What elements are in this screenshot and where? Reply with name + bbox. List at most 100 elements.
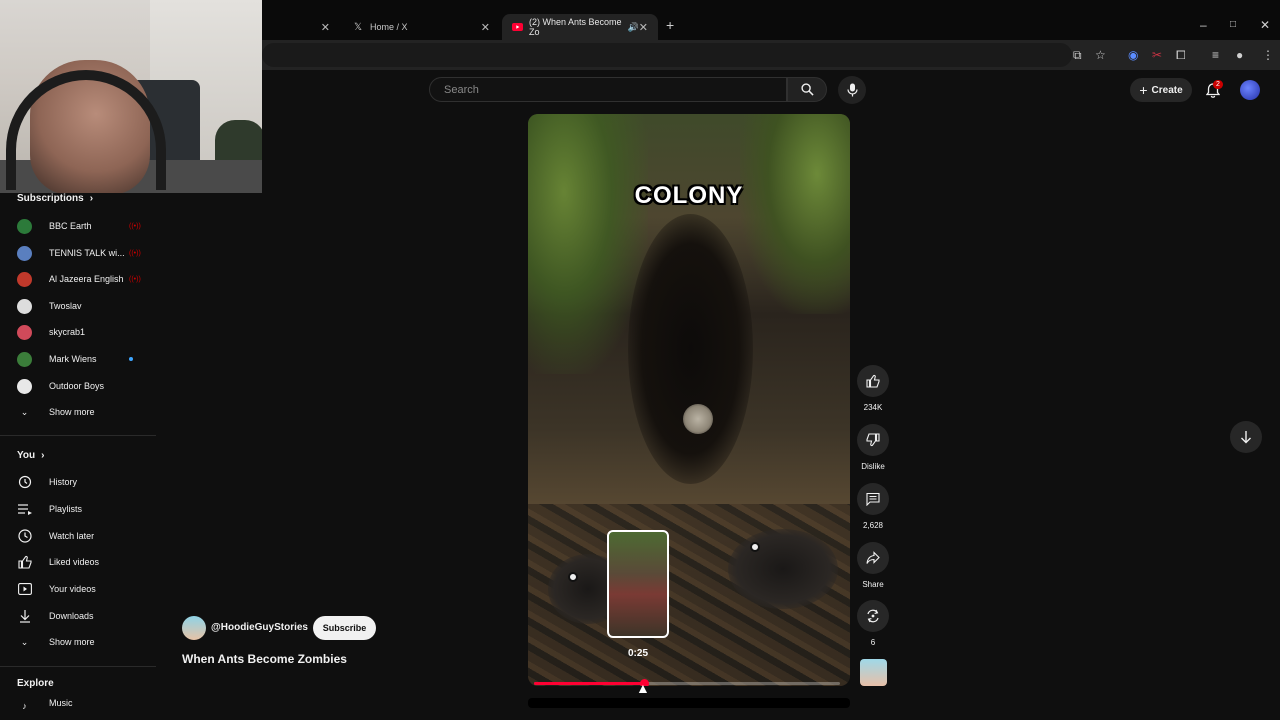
channel-avatar[interactable] bbox=[182, 616, 206, 640]
divider bbox=[0, 435, 156, 436]
share-circle bbox=[857, 542, 889, 574]
comment-count: 2,628 bbox=[862, 521, 884, 530]
explore-title: Explore bbox=[17, 678, 54, 689]
sidebar-channel-outdoor-boys[interactable]: Outdoor Boys bbox=[17, 376, 147, 396]
maximize-icon[interactable]: □ bbox=[1230, 19, 1236, 30]
you-heading[interactable]: You › bbox=[17, 450, 45, 461]
sidebar-channel-twoslav[interactable]: Twoslav bbox=[17, 296, 147, 316]
channel-handle[interactable]: @HoodieGuyStories bbox=[211, 622, 308, 633]
close-tab-icon[interactable]: ✕ bbox=[321, 21, 330, 34]
channel-avatar bbox=[17, 351, 32, 367]
video-ant bbox=[728, 529, 838, 609]
account-avatar[interactable] bbox=[1240, 80, 1260, 100]
subscribe-button[interactable]: Subscribe bbox=[313, 616, 376, 640]
browser-tab-x[interactable]: 𝕏 Home / X ✕ bbox=[342, 14, 500, 40]
channel-name: Mark Wiens bbox=[49, 354, 97, 364]
sidebar-item-downloads[interactable]: Downloads bbox=[17, 606, 147, 626]
search-icon bbox=[800, 83, 814, 96]
profile-icon[interactable]: ● bbox=[1236, 48, 1243, 62]
voice-search-button[interactable] bbox=[838, 76, 866, 104]
close-tab-icon[interactable]: ✕ bbox=[639, 21, 648, 34]
sidebar-item-label: Watch later bbox=[49, 531, 95, 541]
sidebar-item-label: Liked videos bbox=[49, 557, 100, 567]
show-more-you[interactable]: ⌄ Show more bbox=[17, 632, 147, 652]
search-button[interactable] bbox=[787, 77, 827, 102]
sidebar-item-watch-later[interactable]: Watch later bbox=[17, 526, 147, 546]
address-bar[interactable] bbox=[262, 43, 1072, 67]
comment-icon bbox=[866, 492, 880, 506]
plus-icon: + bbox=[1139, 82, 1148, 98]
install-app-icon[interactable]: ⧉ bbox=[1073, 48, 1082, 63]
dislike-label: Dislike bbox=[861, 462, 885, 471]
sidebar-item-music[interactable]: ♪ Music bbox=[17, 698, 147, 712]
next-short-button[interactable] bbox=[1230, 421, 1262, 453]
comments-button[interactable]: 2,628 bbox=[857, 483, 889, 530]
channel-name: Al Jazeera English bbox=[49, 274, 124, 284]
dislike-circle bbox=[857, 424, 889, 456]
sidebar-channel-tennis-talk[interactable]: TENNIS TALK wi... ((•)) bbox=[17, 243, 147, 263]
bookmark-star-icon[interactable]: ☆ bbox=[1095, 48, 1106, 62]
video-ant-eye bbox=[568, 572, 578, 582]
remix-icon bbox=[867, 609, 879, 623]
channel-avatar bbox=[17, 378, 32, 394]
extension-icon[interactable]: ◉ bbox=[1128, 48, 1138, 62]
sidebar-item-label: Your videos bbox=[49, 584, 96, 594]
x-logo-icon: 𝕏 bbox=[353, 21, 363, 33]
sidebar-item-your-videos[interactable]: Your videos bbox=[17, 579, 147, 599]
shorts-video-player[interactable]: COLONY 0:25 bbox=[528, 114, 850, 686]
sidebar-channel-mark-wiens[interactable]: Mark Wiens bbox=[17, 349, 147, 369]
share-label: Share bbox=[862, 580, 884, 589]
subscriptions-heading[interactable]: Subscriptions › bbox=[17, 193, 93, 204]
channel-avatar bbox=[17, 271, 32, 287]
extensions-puzzle-icon[interactable]: ⧠ bbox=[1176, 48, 1186, 63]
sidebar-item-history[interactable]: History bbox=[17, 472, 147, 492]
video-ant-eye bbox=[750, 542, 760, 552]
sidebar-channel-bbc-earth[interactable]: BBC Earth ((•)) bbox=[17, 216, 147, 236]
search-input[interactable]: Search bbox=[429, 77, 787, 102]
media-control-icon[interactable]: ≡ bbox=[1212, 48, 1219, 62]
tab-label: Home / X bbox=[370, 22, 408, 32]
close-tab-icon[interactable]: ✕ bbox=[481, 21, 490, 34]
channel-avatar bbox=[17, 324, 32, 340]
like-button[interactable]: 234K bbox=[857, 365, 889, 412]
show-more-subscriptions[interactable]: ⌄ Show more bbox=[17, 402, 147, 422]
video-title[interactable]: When Ants Become Zombies bbox=[182, 652, 347, 666]
share-button[interactable]: Share bbox=[857, 542, 889, 589]
like-count: 234K bbox=[863, 403, 883, 412]
chevron-right-icon: › bbox=[41, 450, 45, 461]
progress-bar[interactable] bbox=[534, 679, 840, 686]
webcam-overlay bbox=[0, 0, 262, 193]
sidebar: Subscriptions › BBC Earth ((•)) TENNIS T… bbox=[0, 193, 156, 720]
share-icon bbox=[866, 551, 880, 564]
video-moss bbox=[740, 114, 850, 314]
play-square-icon bbox=[17, 582, 32, 597]
browser-tab-partial[interactable]: ✕ bbox=[262, 14, 340, 40]
microphone-icon bbox=[846, 83, 858, 97]
tab-label: (2) When Ants Become Zo bbox=[529, 17, 622, 37]
like-circle bbox=[857, 365, 889, 397]
minimize-icon[interactable]: – bbox=[1200, 18, 1207, 32]
sidebar-channel-al-jazeera[interactable]: Al Jazeera English ((•)) bbox=[17, 269, 147, 289]
dislike-button[interactable]: Dislike bbox=[857, 424, 889, 471]
close-window-icon[interactable]: ✕ bbox=[1260, 18, 1270, 32]
seek-preview-thumbnail bbox=[607, 530, 669, 638]
extension-icon[interactable]: ✂ bbox=[1152, 48, 1162, 62]
remix-button[interactable]: 6 bbox=[857, 600, 889, 647]
sidebar-item-label: History bbox=[49, 477, 78, 487]
sidebar-item-liked-videos[interactable]: Liked videos bbox=[17, 552, 147, 572]
channel-name: Outdoor Boys bbox=[49, 381, 105, 391]
browser-menu-icon[interactable]: ⋮ bbox=[1262, 48, 1274, 62]
create-button[interactable]: + Create bbox=[1130, 78, 1192, 102]
browser-tab-youtube[interactable]: (2) When Ants Become Zo 🔊 ✕ bbox=[502, 14, 658, 40]
remix-count: 6 bbox=[870, 638, 876, 647]
audio-playing-icon[interactable]: 🔊 bbox=[628, 22, 639, 33]
new-tab-icon[interactable]: + bbox=[666, 17, 674, 33]
channel-thumbnail-button[interactable] bbox=[860, 659, 887, 686]
sidebar-channel-skycrab1[interactable]: skycrab1 bbox=[17, 322, 147, 342]
chevron-down-icon: ⌄ bbox=[20, 636, 29, 647]
next-video-edge bbox=[528, 698, 850, 708]
channel-name: TENNIS TALK wi... bbox=[49, 248, 125, 258]
sidebar-item-playlists[interactable]: Playlists bbox=[17, 499, 147, 519]
search-placeholder: Search bbox=[444, 84, 479, 96]
progress-fill bbox=[534, 682, 645, 685]
